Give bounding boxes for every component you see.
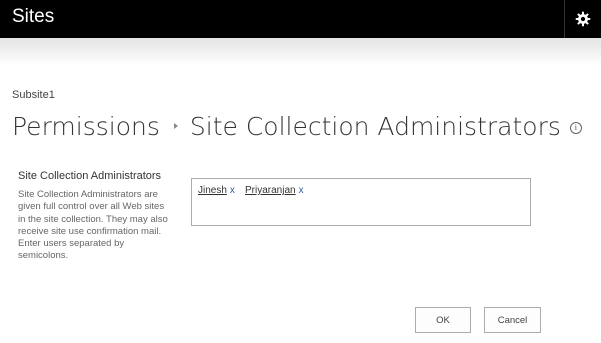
page-title-current: Site Collection Administrators bbox=[189, 111, 561, 141]
info-icon[interactable]: i bbox=[569, 122, 582, 134]
page-title-parent[interactable]: Permissions bbox=[12, 112, 160, 141]
breadcrumb[interactable]: Subsite1 bbox=[12, 89, 55, 101]
cancel-button[interactable]: Cancel bbox=[484, 307, 541, 333]
page-title: Permissions Site Collection Administrato… bbox=[12, 108, 582, 144]
people-entry[interactable]: Jinesh x bbox=[198, 185, 235, 196]
app-title[interactable]: Sites bbox=[12, 6, 54, 28]
header-shadow bbox=[0, 38, 601, 66]
suite-bar: Sites bbox=[0, 0, 601, 38]
remove-entry-icon[interactable]: x bbox=[230, 185, 235, 196]
breadcrumb-separator-icon bbox=[173, 123, 178, 129]
remove-entry-icon[interactable]: x bbox=[299, 185, 304, 196]
ok-button[interactable]: OK bbox=[415, 307, 471, 333]
people-entry-name[interactable]: Jinesh bbox=[198, 185, 227, 196]
people-entry[interactable]: Priyaranjan x bbox=[245, 185, 304, 196]
section-title: Site Collection Administrators bbox=[18, 170, 162, 182]
people-entry-name[interactable]: Priyaranjan bbox=[245, 185, 296, 196]
people-picker-input[interactable]: Jinesh x Priyaranjan x bbox=[191, 178, 531, 226]
section-description: Site Collection Administrators are given… bbox=[18, 189, 168, 262]
gear-icon[interactable] bbox=[564, 0, 601, 38]
